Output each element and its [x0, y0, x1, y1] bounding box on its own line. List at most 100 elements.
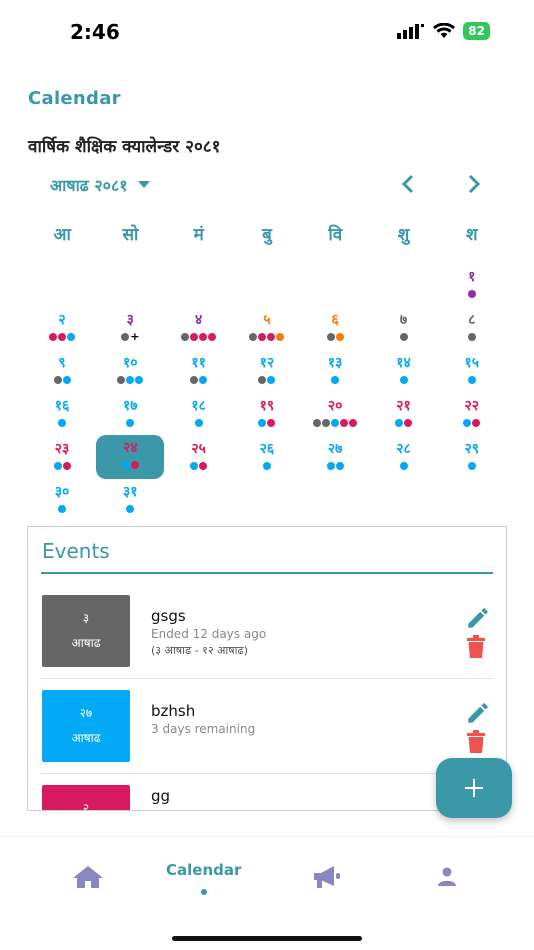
event-dots: [96, 460, 164, 469]
event-dot: [53, 461, 62, 470]
day-number: २२: [464, 398, 480, 414]
calendar-day[interactable]: २२: [438, 393, 506, 437]
calendar-day[interactable]: २९: [438, 436, 506, 480]
calendar-day[interactable]: ३ +: [96, 307, 164, 351]
event-dots: [438, 289, 506, 298]
delete-button[interactable]: [465, 635, 487, 659]
calendar-day[interactable]: १८: [165, 393, 233, 437]
nav-calendar[interactable]: Calendar: [166, 861, 241, 895]
status-time: 2:46: [70, 20, 120, 44]
next-month-button[interactable]: [462, 172, 486, 196]
day-number: १५: [464, 355, 480, 371]
more-events-indicator: +: [130, 329, 140, 343]
event-dot: [276, 332, 285, 341]
calendar-heading: वार्षिक शैक्षिक क्यालेन्डर २०८१: [28, 137, 221, 157]
calendar-day[interactable]: १५: [438, 350, 506, 394]
calendar-day[interactable]: १: [438, 264, 506, 308]
calendar-day[interactable]: १०: [96, 350, 164, 394]
calendar-day[interactable]: ९: [28, 350, 96, 394]
event-dots: [301, 418, 369, 427]
weekday-label: बु: [262, 225, 272, 245]
event-dot: [267, 332, 276, 341]
nav-home[interactable]: [72, 865, 104, 889]
calendar-day[interactable]: ३०: [28, 479, 96, 523]
event-status: 3 days remaining: [151, 722, 256, 736]
events-title: Events: [42, 539, 110, 563]
home-indicator: [172, 936, 362, 941]
calendar-day[interactable]: ५: [233, 307, 301, 351]
calendar-day[interactable]: १२: [233, 350, 301, 394]
event-dots: [438, 461, 506, 470]
event-item[interactable]: २७ आषाढ bzhsh 3 days remaining: [41, 680, 493, 774]
calendar-day[interactable]: ८: [438, 307, 506, 351]
add-event-button[interactable]: [436, 758, 512, 818]
calendar-day[interactable]: ११: [165, 350, 233, 394]
event-dot: [126, 504, 135, 513]
battery-indicator: 82: [463, 22, 490, 40]
event-dot: [349, 418, 358, 427]
calendar-day[interactable]: २५: [165, 436, 233, 480]
calendar-day[interactable]: १७: [96, 393, 164, 437]
month-dropdown[interactable]: आषाढ २०८१: [50, 174, 150, 196]
event-dot: [467, 461, 476, 470]
event-dot: [258, 418, 267, 427]
chevron-left-icon: [401, 174, 414, 194]
event-dots: [301, 461, 369, 470]
delete-button[interactable]: [465, 730, 487, 754]
event-dot: [117, 375, 126, 384]
signal-icon: [397, 24, 425, 39]
calendar-day[interactable]: २६: [233, 436, 301, 480]
day-number: २४: [123, 440, 138, 456]
day-number: २: [58, 312, 66, 328]
calendar-day[interactable]: २१: [370, 393, 438, 437]
calendar-day[interactable]: ३१: [96, 479, 164, 523]
nav-announcements[interactable]: [312, 865, 342, 889]
weekday-label: वि: [328, 225, 343, 245]
nav-calendar-label: Calendar: [166, 861, 242, 879]
calendar-day[interactable]: १३: [301, 350, 369, 394]
edit-button[interactable]: [465, 605, 491, 631]
event-dots: [301, 332, 369, 341]
weekday-label: सो: [122, 225, 139, 245]
event-dots: [438, 418, 506, 427]
event-dot: [267, 418, 276, 427]
calendar-day[interactable]: १६: [28, 393, 96, 437]
event-dot: [121, 332, 130, 341]
calendar-day[interactable]: ७: [370, 307, 438, 351]
calendar-day[interactable]: १४: [370, 350, 438, 394]
status-icons: 82: [397, 22, 490, 40]
calendar-day-selected[interactable]: २४: [96, 435, 165, 479]
calendar-day[interactable]: २७: [301, 436, 369, 480]
prev-month-button[interactable]: [396, 172, 420, 196]
event-date-badge: २: [42, 785, 130, 810]
calendar-day[interactable]: २३: [28, 436, 96, 480]
event-dot: [258, 375, 267, 384]
weekday-header: आ सो मं बु वि शु श: [28, 222, 506, 245]
weekday-label: श: [466, 225, 478, 245]
event-date-range: (३ आषाढ - १२ आषाढ): [151, 644, 248, 657]
plus-icon: [465, 779, 483, 797]
event-dot: [126, 375, 135, 384]
event-dot: [331, 418, 340, 427]
event-day: ३: [82, 611, 90, 625]
calendar-day[interactable]: २८: [370, 436, 438, 480]
calendar-day[interactable]: ४: [165, 307, 233, 351]
day-number: ५: [263, 312, 271, 328]
event-dots: [28, 418, 96, 427]
event-dot: [463, 418, 472, 427]
event-dot: [199, 332, 208, 341]
event-dots: [233, 418, 301, 427]
nav-profile[interactable]: [437, 867, 457, 887]
calendar-day[interactable]: २: [28, 307, 96, 351]
calendar-day[interactable]: २०: [301, 393, 369, 437]
event-dot: [267, 375, 276, 384]
day-number: १६: [54, 398, 70, 414]
calendar-day[interactable]: ६: [301, 307, 369, 351]
weekday-label: आ: [53, 225, 71, 245]
event-item[interactable]: ३ आषाढ gsgs Ended 12 days ago (३ आषाढ - …: [41, 585, 493, 679]
calendar-day[interactable]: १९: [233, 393, 301, 437]
event-dots: [233, 461, 301, 470]
event-status: Ended 12 days ago: [151, 627, 267, 641]
event-item[interactable]: २ gg: [41, 775, 493, 810]
edit-button[interactable]: [465, 700, 491, 726]
